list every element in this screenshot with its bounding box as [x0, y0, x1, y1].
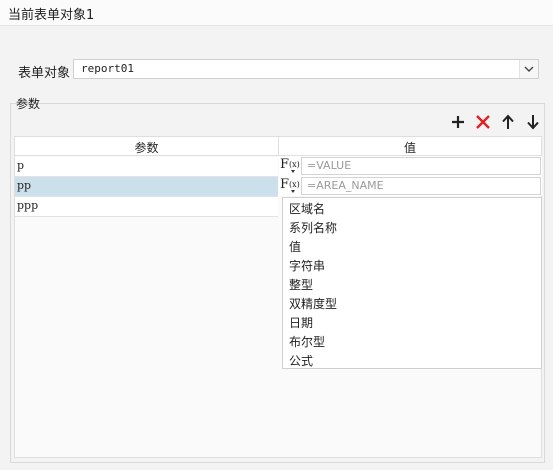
formula-input[interactable]: =AREA_NAME [301, 177, 541, 195]
param-name: pp [17, 179, 32, 192]
delete-param-button[interactable] [474, 113, 492, 131]
title-bar: 当前表单对象1 [0, 0, 553, 26]
dropdown-item-formula[interactable]: 公式 [289, 352, 313, 369]
dropdown-item-series-name[interactable]: 系列名称 [289, 219, 337, 236]
param-row-ppp[interactable]: ppp [15, 197, 278, 217]
formula-text: =AREA_NAME [307, 179, 384, 192]
param-name: p [17, 159, 25, 172]
move-down-button[interactable] [524, 113, 542, 131]
formula-text: =VALUE [307, 159, 352, 172]
arrow-up-icon [502, 114, 514, 129]
arrow-down-icon [527, 115, 539, 130]
param-row-p[interactable]: p [15, 157, 278, 177]
column-header-param[interactable]: 参数 [15, 139, 278, 156]
dropdown-item-area-name[interactable]: 区域名 [289, 200, 325, 217]
dropdown-item-value[interactable]: 值 [289, 238, 301, 255]
dropdown-item-date[interactable]: 日期 [289, 314, 313, 331]
dropdown-item-integer[interactable]: 整型 [289, 276, 313, 293]
chevron-down-icon[interactable] [519, 60, 538, 78]
move-up-button[interactable] [499, 113, 517, 131]
red-x-icon [476, 115, 490, 129]
column-header-value[interactable]: 值 [279, 139, 541, 156]
window-title: 当前表单对象1 [8, 8, 95, 23]
form-object-select[interactable]: report01 [73, 59, 539, 79]
param-value-cell[interactable]: F(x) =VALUE [279, 156, 542, 176]
params-table-header: 参数 值 [14, 136, 542, 156]
type-dropdown-list: 区域名 系列名称 值 字符串 整型 双精度型 日期 布尔型 公式 [282, 197, 542, 369]
param-value-cell[interactable]: F(x) =AREA_NAME [279, 176, 542, 196]
dropdown-item-double[interactable]: 双精度型 [289, 295, 337, 312]
formula-input[interactable]: =VALUE [301, 157, 541, 175]
formula-fx-button[interactable]: F(x) [280, 157, 300, 175]
params-group-label: 参数 [16, 97, 41, 111]
add-param-button[interactable] [449, 113, 467, 131]
form-object-label: 表单对象 [18, 66, 71, 81]
param-row-pp[interactable]: pp [15, 177, 278, 197]
plus-icon [452, 116, 464, 128]
param-name: ppp [17, 199, 39, 212]
form-object-value: report01 [81, 62, 134, 75]
dropdown-item-boolean[interactable]: 布尔型 [289, 333, 325, 350]
dropdown-item-string[interactable]: 字符串 [289, 257, 325, 274]
formula-fx-button[interactable]: F(x) [280, 177, 300, 195]
